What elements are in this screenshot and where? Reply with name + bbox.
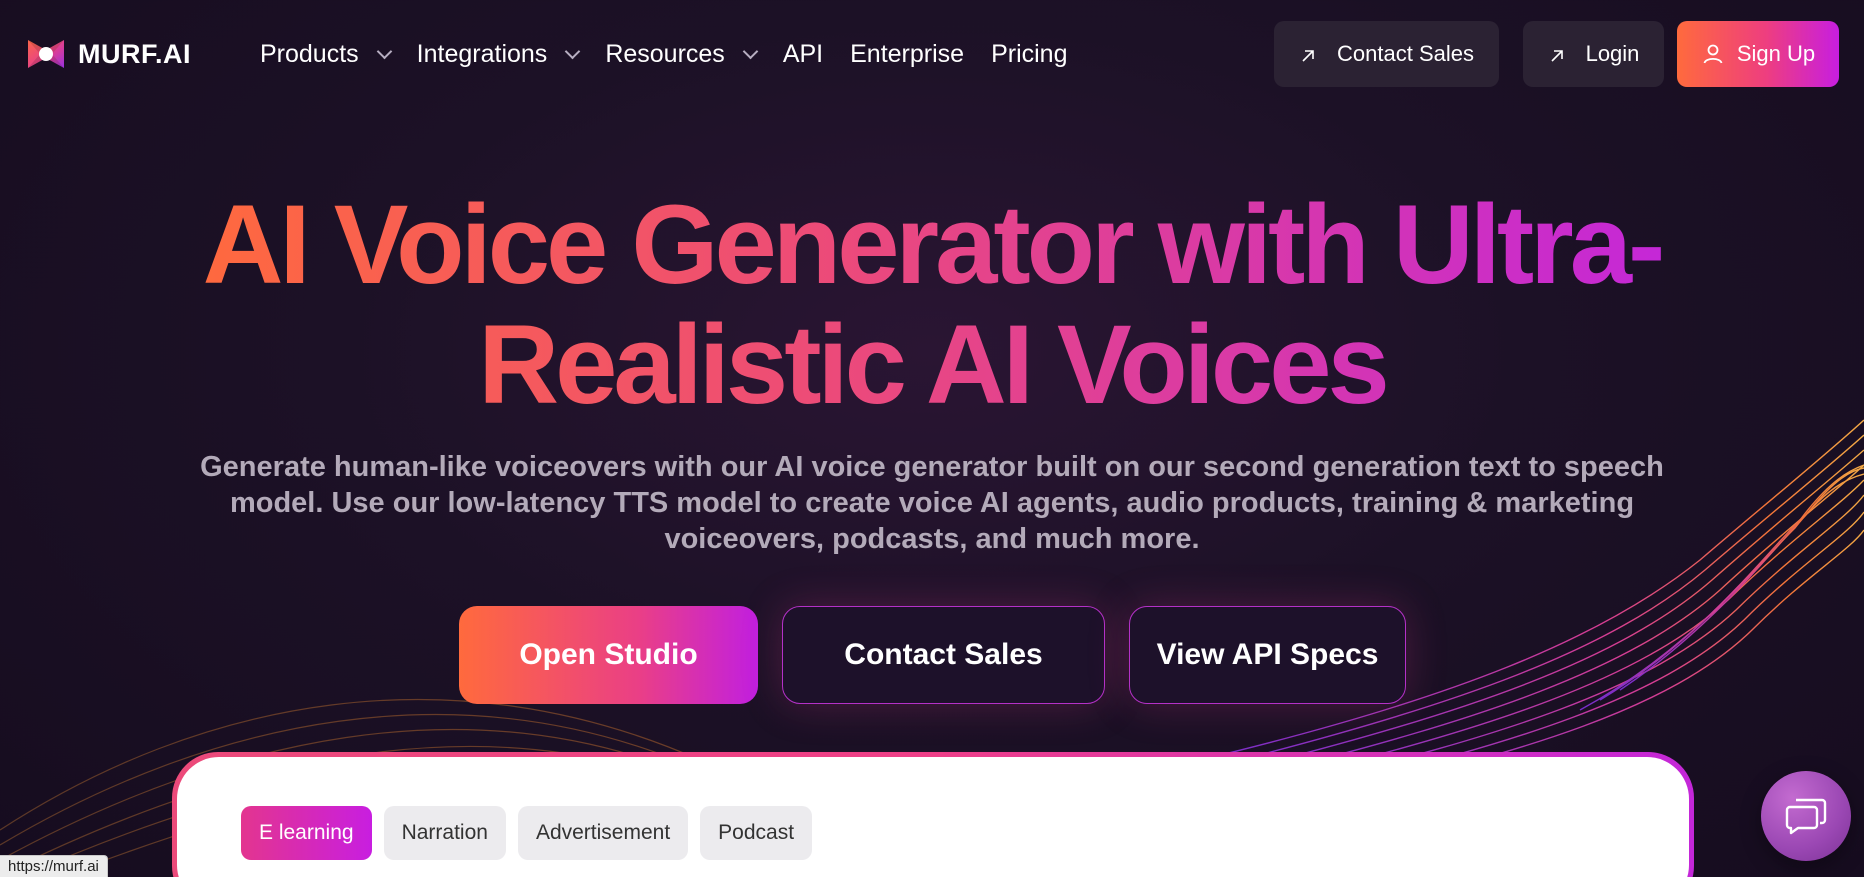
nav-resources[interactable]: Resources — [605, 39, 759, 69]
hero-subheading: Generate human-like voiceovers with our … — [200, 451, 1664, 555]
brand-name: MURF.AI — [78, 38, 191, 69]
nav-enterprise-label: Enterprise — [850, 39, 965, 68]
demo-card: E learning Narration Advertisement Podca… — [177, 757, 1689, 877]
tab-e-learning[interactable]: E learning — [241, 806, 372, 860]
hero-headline-line1: AI Voice Generator with Ultra- — [202, 182, 1662, 307]
nav-resources-label: Resources — [605, 39, 725, 68]
nav-enterprise[interactable]: Enterprise — [850, 40, 964, 69]
open-studio-button[interactable]: Open Studio — [459, 606, 758, 704]
brand-logo[interactable]: MURF.AI — [26, 36, 191, 72]
chevron-down-icon — [742, 43, 759, 59]
murf-logo-icon — [28, 40, 64, 68]
nav-products[interactable]: Products — [260, 39, 392, 69]
signup-button[interactable]: Sign Up — [1677, 21, 1839, 87]
nav-api[interactable]: API — [783, 40, 823, 69]
hero-headline: AI Voice Generator with Ultra- Realistic… — [0, 185, 1864, 425]
signup-label: Sign Up — [1736, 41, 1816, 66]
nav-integrations[interactable]: Integrations — [416, 39, 581, 69]
nav-api-label: API — [782, 39, 824, 68]
nav-products-label: Products — [260, 39, 359, 68]
login-button[interactable]: Login — [1523, 21, 1664, 87]
nav-pricing[interactable]: Pricing — [991, 40, 1067, 69]
main-menu: Products Integrations Resources API Ente… — [260, 0, 1094, 108]
arrow-up-right-icon — [1299, 45, 1317, 63]
chevron-down-icon — [565, 43, 581, 59]
chat-widget-button[interactable] — [1761, 771, 1851, 861]
nav-pricing-label: Pricing — [991, 39, 1068, 68]
contact-sales-button[interactable]: Contact Sales — [782, 606, 1105, 704]
arrow-up-right-icon — [1548, 45, 1566, 63]
nav-integrations-label: Integrations — [416, 39, 548, 68]
top-navigation: MURF.AI Products Integrations Resources … — [0, 0, 1864, 108]
demo-card-border: E learning Narration Advertisement Podca… — [172, 752, 1694, 877]
user-icon — [1703, 44, 1723, 64]
chevron-down-icon — [376, 43, 392, 59]
use-case-tabs: E learning Narration Advertisement Podca… — [241, 806, 813, 860]
background-waves — [0, 419, 1864, 877]
tab-podcast[interactable]: Podcast — [700, 806, 813, 860]
hero-headline-line2: Realistic AI Voices — [478, 302, 1386, 427]
contact-sales-nav-label: Contact Sales — [1337, 41, 1474, 66]
tab-advertisement[interactable]: Advertisement — [517, 806, 689, 860]
chat-icon — [1785, 798, 1827, 835]
tab-narration[interactable]: Narration — [383, 806, 506, 860]
contact-sales-nav-button[interactable]: Contact Sales — [1274, 21, 1499, 87]
link-status-bar: https://murf.ai — [0, 855, 108, 877]
view-api-specs-button[interactable]: View API Specs — [1129, 606, 1406, 704]
login-label: Login — [1585, 41, 1640, 66]
